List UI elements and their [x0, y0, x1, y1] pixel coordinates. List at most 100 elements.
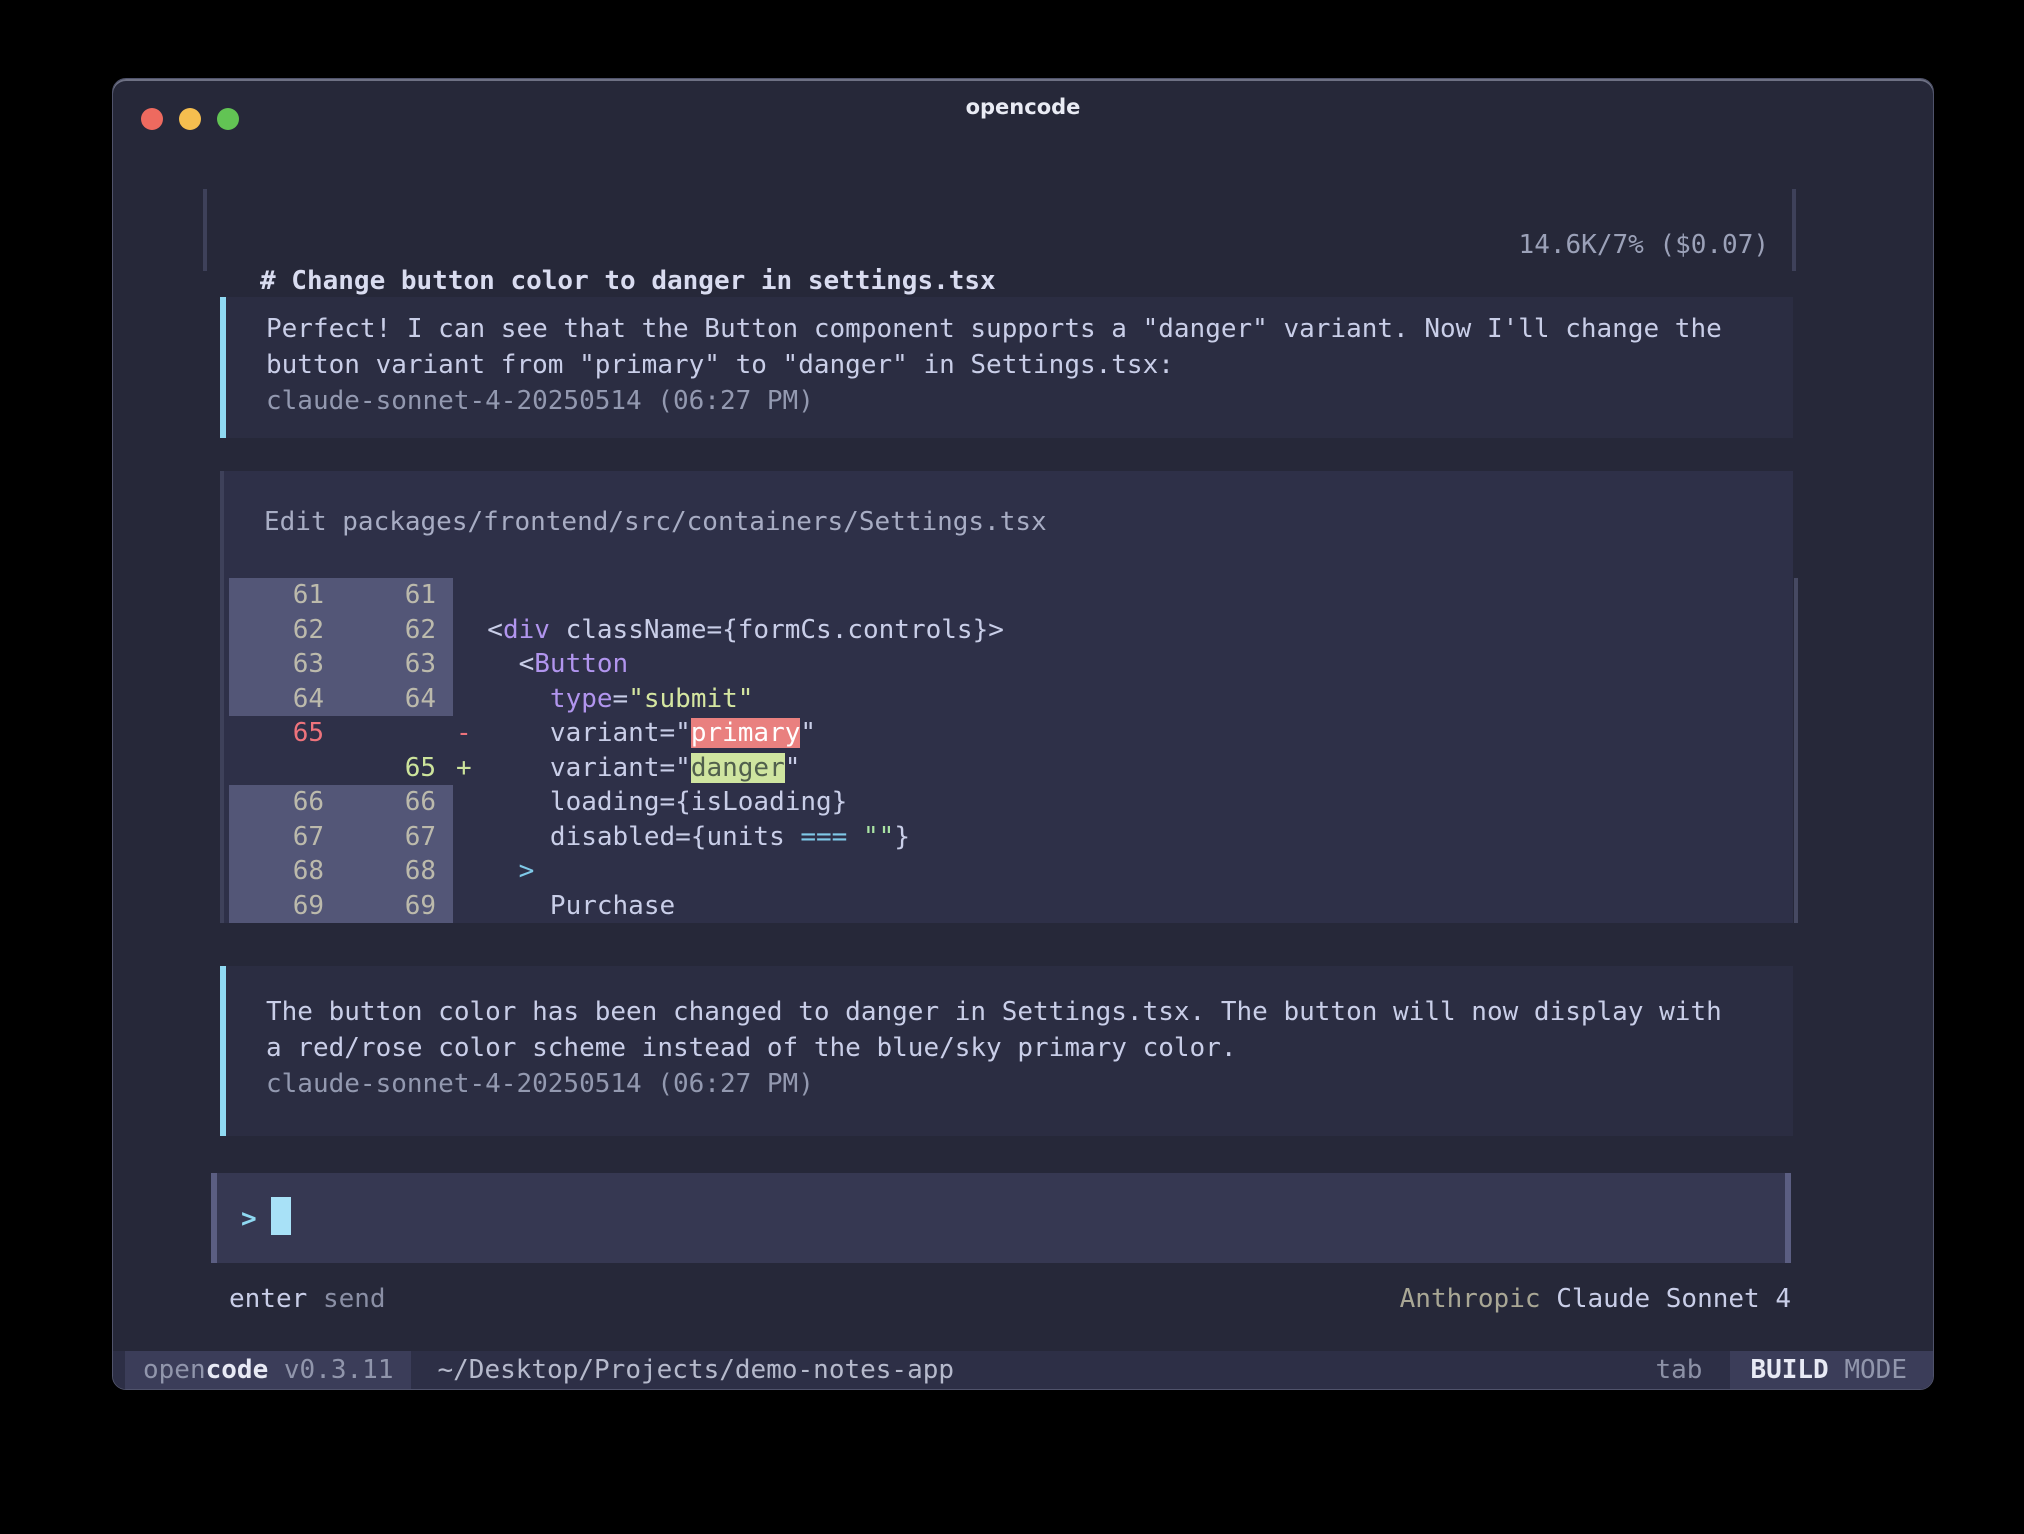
- message-line: a red/rose color scheme instead of the b…: [266, 1030, 1793, 1066]
- send-label: send: [323, 1284, 386, 1314]
- line-number-new: 66: [324, 785, 436, 820]
- diff-row: 6767 disabled={units === ""}: [224, 820, 1793, 855]
- prompt-symbol: >: [241, 1204, 257, 1234]
- code-line: loading={isLoading}: [456, 785, 1793, 820]
- code-segment: [456, 684, 550, 714]
- text-cursor: [271, 1197, 291, 1235]
- mode-label: MODE: [1829, 1355, 1907, 1385]
- diff-marker: +: [456, 751, 472, 786]
- code-line: <Button: [456, 647, 1793, 682]
- code-segment: [456, 856, 519, 886]
- hint-row: enter send Anthropic Claude Sonnet 4: [113, 1281, 1933, 1317]
- line-number-old: 64: [229, 682, 324, 717]
- code-segment: >: [519, 856, 535, 886]
- app-name-code: code: [206, 1355, 269, 1385]
- line-number-new: 67: [324, 820, 436, 855]
- code-segment: loading={isLoading}: [456, 787, 847, 817]
- prompt-input[interactable]: >: [211, 1173, 1791, 1263]
- message-line: button variant from "primary" to "danger…: [266, 347, 1793, 383]
- model-hint: Anthropic Claude Sonnet 4: [991, 1281, 1791, 1317]
- code-segment: danger: [691, 753, 785, 783]
- app-version: v0.3.11: [268, 1355, 393, 1385]
- code-segment: primary: [691, 718, 801, 748]
- code-segment: "": [863, 822, 894, 852]
- token-stats: 14.6K/7% ($0.07): [1260, 227, 1769, 263]
- code-segment: Purchase: [456, 891, 675, 921]
- cwd-path: ~/Desktop/Projects/demo-notes-app: [437, 1351, 954, 1389]
- diff-gutter: 65: [229, 716, 453, 751]
- line-number-old: 67: [229, 820, 324, 855]
- opencode-window: opencode # Change button color to danger…: [112, 78, 1934, 1390]
- line-number-new: 62: [324, 613, 436, 648]
- session-title: # Change button color to danger in setti…: [260, 263, 996, 299]
- line-number-new: 65: [324, 751, 436, 786]
- code-line: - variant="primary": [456, 716, 1793, 751]
- header-right-rule: [1792, 189, 1796, 271]
- code-segment: }: [894, 822, 910, 852]
- line-number-old: 65: [229, 716, 324, 751]
- mode-build-label: BUILD: [1750, 1355, 1828, 1385]
- code-line: disabled={units === ""}: [456, 820, 1793, 855]
- code-segment: ": [785, 753, 801, 783]
- code-line: + variant="danger": [456, 751, 1793, 786]
- build-mode-chip[interactable]: BUILD MODE: [1730, 1351, 1933, 1389]
- message-line: The button color has been changed to dan…: [266, 994, 1793, 1030]
- diff-gutter: 6666: [229, 785, 453, 820]
- code-segment: disabled={units: [456, 822, 800, 852]
- line-number-old: 69: [229, 889, 324, 924]
- diff-gutter: 6868: [229, 854, 453, 889]
- status-bar: opencode v0.3.11 ~/Desktop/Projects/demo…: [113, 1351, 1933, 1389]
- edit-tool-title: Edit packages/frontend/src/containers/Se…: [264, 507, 1047, 537]
- edit-tool-card: Edit packages/frontend/src/containers/Se…: [220, 471, 1793, 923]
- code-segment: ===: [800, 822, 847, 852]
- model-timestamp: claude-sonnet-4-20250514 (06:27 PM): [266, 383, 1793, 419]
- diff-scrollbar[interactable]: [1794, 578, 1798, 923]
- app-name-open: open: [143, 1355, 206, 1385]
- line-number-old: [229, 751, 324, 786]
- title-bar: opencode: [113, 79, 1933, 143]
- diff-row: 6161: [224, 578, 1793, 613]
- tab-hint: tab: [1655, 1351, 1702, 1389]
- line-number-old: 66: [229, 785, 324, 820]
- header-left-rule: [203, 189, 207, 271]
- diff-row: 65 + variant="danger": [224, 751, 1793, 786]
- code-segment: className={formCs.controls}>: [550, 615, 1004, 645]
- code-segment: "submit": [628, 684, 753, 714]
- line-number-new: 61: [324, 578, 436, 613]
- line-number-new: 63: [324, 647, 436, 682]
- code-line: >: [456, 854, 1793, 889]
- diff-row: 6464 type="submit": [224, 682, 1793, 717]
- line-number-new: 64: [324, 682, 436, 717]
- diff-gutter: 6161: [229, 578, 453, 613]
- code-segment: [847, 822, 863, 852]
- line-number-old: 62: [229, 613, 324, 648]
- code-line: <div className={formCs.controls}>: [456, 613, 1793, 648]
- diff-gutter: 6363: [229, 647, 453, 682]
- diff-row: 6969 Purchase: [224, 889, 1793, 924]
- code-segment: div: [503, 615, 550, 645]
- model-timestamp: claude-sonnet-4-20250514 (06:27 PM): [266, 1066, 1793, 1102]
- code-segment: <: [456, 615, 503, 645]
- code-line: Purchase: [456, 889, 1793, 924]
- diff-row: 6262 <div className={formCs.controls}>: [224, 613, 1793, 648]
- message-line: Perfect! I can see that the Button compo…: [266, 311, 1793, 347]
- diff-row: 6363 <Button: [224, 647, 1793, 682]
- diff-row: 65 - variant="primary": [224, 716, 1793, 751]
- code-line: [456, 578, 1793, 613]
- diff-row: 6666 loading={isLoading}: [224, 785, 1793, 820]
- code-segment: variant=": [456, 753, 691, 783]
- diff-gutter: 6262: [229, 613, 453, 648]
- code-segment: Button: [534, 649, 628, 679]
- diff-marker: -: [456, 716, 472, 751]
- diff-row: 6868 >: [224, 854, 1793, 889]
- code-line: type="submit": [456, 682, 1793, 717]
- send-label: [307, 1284, 323, 1314]
- statusbar-spacer: [954, 1351, 1655, 1389]
- line-number-old: 61: [229, 578, 324, 613]
- enter-key-hint: enter: [229, 1284, 307, 1314]
- code-segment: <: [456, 649, 534, 679]
- code-segment: type: [550, 684, 613, 714]
- assistant-message: The button color has been changed to dan…: [220, 966, 1793, 1136]
- app-version-chip: opencode v0.3.11: [125, 1351, 411, 1389]
- diff-gutter: 65: [229, 751, 453, 786]
